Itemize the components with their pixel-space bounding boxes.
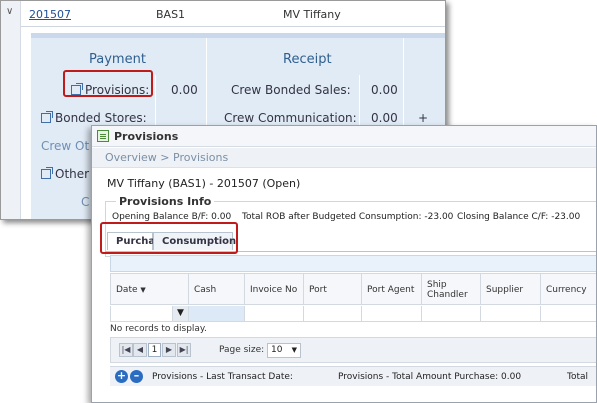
crew-communication-label: Crew Communication: [224, 111, 357, 125]
chevron-down-icon: ▼ [291, 346, 297, 354]
list-icon [97, 130, 109, 142]
provisions-highlight [63, 70, 153, 97]
date-filter-input[interactable] [111, 306, 173, 321]
bonded-stores-link[interactable]: Bonded Stores: [41, 111, 147, 125]
voyage-row: 201507 BAS1 MV Tiffany [21, 1, 445, 27]
next-page-icon[interactable]: ▶ [162, 343, 176, 357]
port-agent-filter-input[interactable] [362, 306, 422, 321]
column-cash[interactable]: Cash [189, 274, 245, 305]
grid-header: Date ▼ Cash Invoice No Port Port Agent S… [110, 273, 596, 305]
column-date[interactable]: Date ▼ [111, 274, 189, 305]
vessel-name: MV Tiffany [283, 8, 341, 21]
external-link-icon [41, 111, 53, 123]
chevron-down-icon[interactable]: ∨ [6, 7, 16, 17]
column-supplier[interactable]: Supplier [481, 274, 541, 305]
currency-filter-input[interactable] [541, 306, 596, 321]
crew-bonded-sales-value: 0.00 [371, 83, 398, 97]
expand-gutter: ∨ [1, 1, 21, 219]
port-filter-input[interactable] [304, 306, 362, 321]
vessel-code: BAS1 [156, 8, 186, 21]
filter-icon[interactable]: ▼ [173, 306, 189, 321]
closing-balance: Closing Balance C/F: -23.00 [457, 212, 581, 222]
crew-other-label: Crew Ot [41, 139, 90, 153]
c-label: C [81, 195, 90, 209]
vessel-voyage-line: MV Tiffany (BAS1) - 201507 (Open) [107, 177, 301, 190]
page-size-select[interactable]: 10 ▼ [267, 343, 301, 358]
page-number[interactable]: 1 [148, 343, 161, 357]
collapse-icon[interactable]: – [130, 370, 143, 383]
popup-titlebar: Provisions [92, 126, 596, 147]
total-truncated: Total [567, 372, 589, 382]
footer-bar: + – Provisions - Last Transact Date: Pro… [110, 366, 596, 386]
page-size-label: Page size: [219, 345, 265, 355]
breadcrumb[interactable]: Overview > Provisions [92, 148, 596, 168]
expand-icon[interactable]: + [115, 370, 128, 383]
cash-filter-input[interactable] [189, 306, 245, 321]
first-page-icon[interactable]: |◀ [119, 343, 133, 357]
tabs-highlight [100, 222, 238, 254]
last-transact-date: Provisions - Last Transact Date: [152, 372, 293, 382]
total-amount-purchase: Provisions - Total Amount Purchase: 0.00 [338, 372, 522, 382]
column-port-agent[interactable]: Port Agent [362, 274, 422, 305]
invoice-filter-input[interactable] [245, 306, 304, 321]
column-ship-chandler[interactable]: Ship Chandler [422, 274, 481, 305]
payment-header: Payment [89, 52, 146, 67]
add-icon[interactable]: + [418, 111, 428, 125]
voyage-id-link[interactable]: 201507 [29, 8, 71, 21]
filter-row: ▼ [110, 306, 596, 322]
provisions-popup: Provisions Overview > Provisions MV Tiff… [91, 125, 597, 403]
no-records-message: No records to display. [110, 324, 207, 334]
provisions-value: 0.00 [171, 83, 198, 97]
column-port[interactable]: Port [304, 274, 362, 305]
external-link-icon [41, 167, 53, 179]
pager: |◀ ◀ 1 ▶ ▶| Page size: 10 ▼ [110, 337, 596, 363]
crew-communication-value: 0.00 [371, 111, 398, 125]
provisions-info-legend: Provisions Info [116, 195, 215, 208]
last-page-icon[interactable]: ▶| [177, 343, 191, 357]
grid-toolbar [110, 255, 596, 272]
total-rob: Total ROB after Budgeted Consumption: -2… [242, 212, 454, 222]
prev-page-icon[interactable]: ◀ [133, 343, 147, 357]
other-link[interactable]: Other [41, 167, 89, 181]
supplier-filter-input[interactable] [481, 306, 541, 321]
receipt-header: Receipt [283, 52, 332, 67]
sort-down-icon: ▼ [140, 285, 146, 294]
crew-bonded-sales-label: Crew Bonded Sales: [231, 83, 351, 97]
column-invoice-no[interactable]: Invoice No [245, 274, 304, 305]
chandler-filter-input[interactable] [422, 306, 481, 321]
popup-title: Provisions [114, 130, 179, 143]
column-currency[interactable]: Currency [541, 274, 596, 305]
opening-balance: Opening Balance B/F: 0.00 [112, 212, 232, 222]
